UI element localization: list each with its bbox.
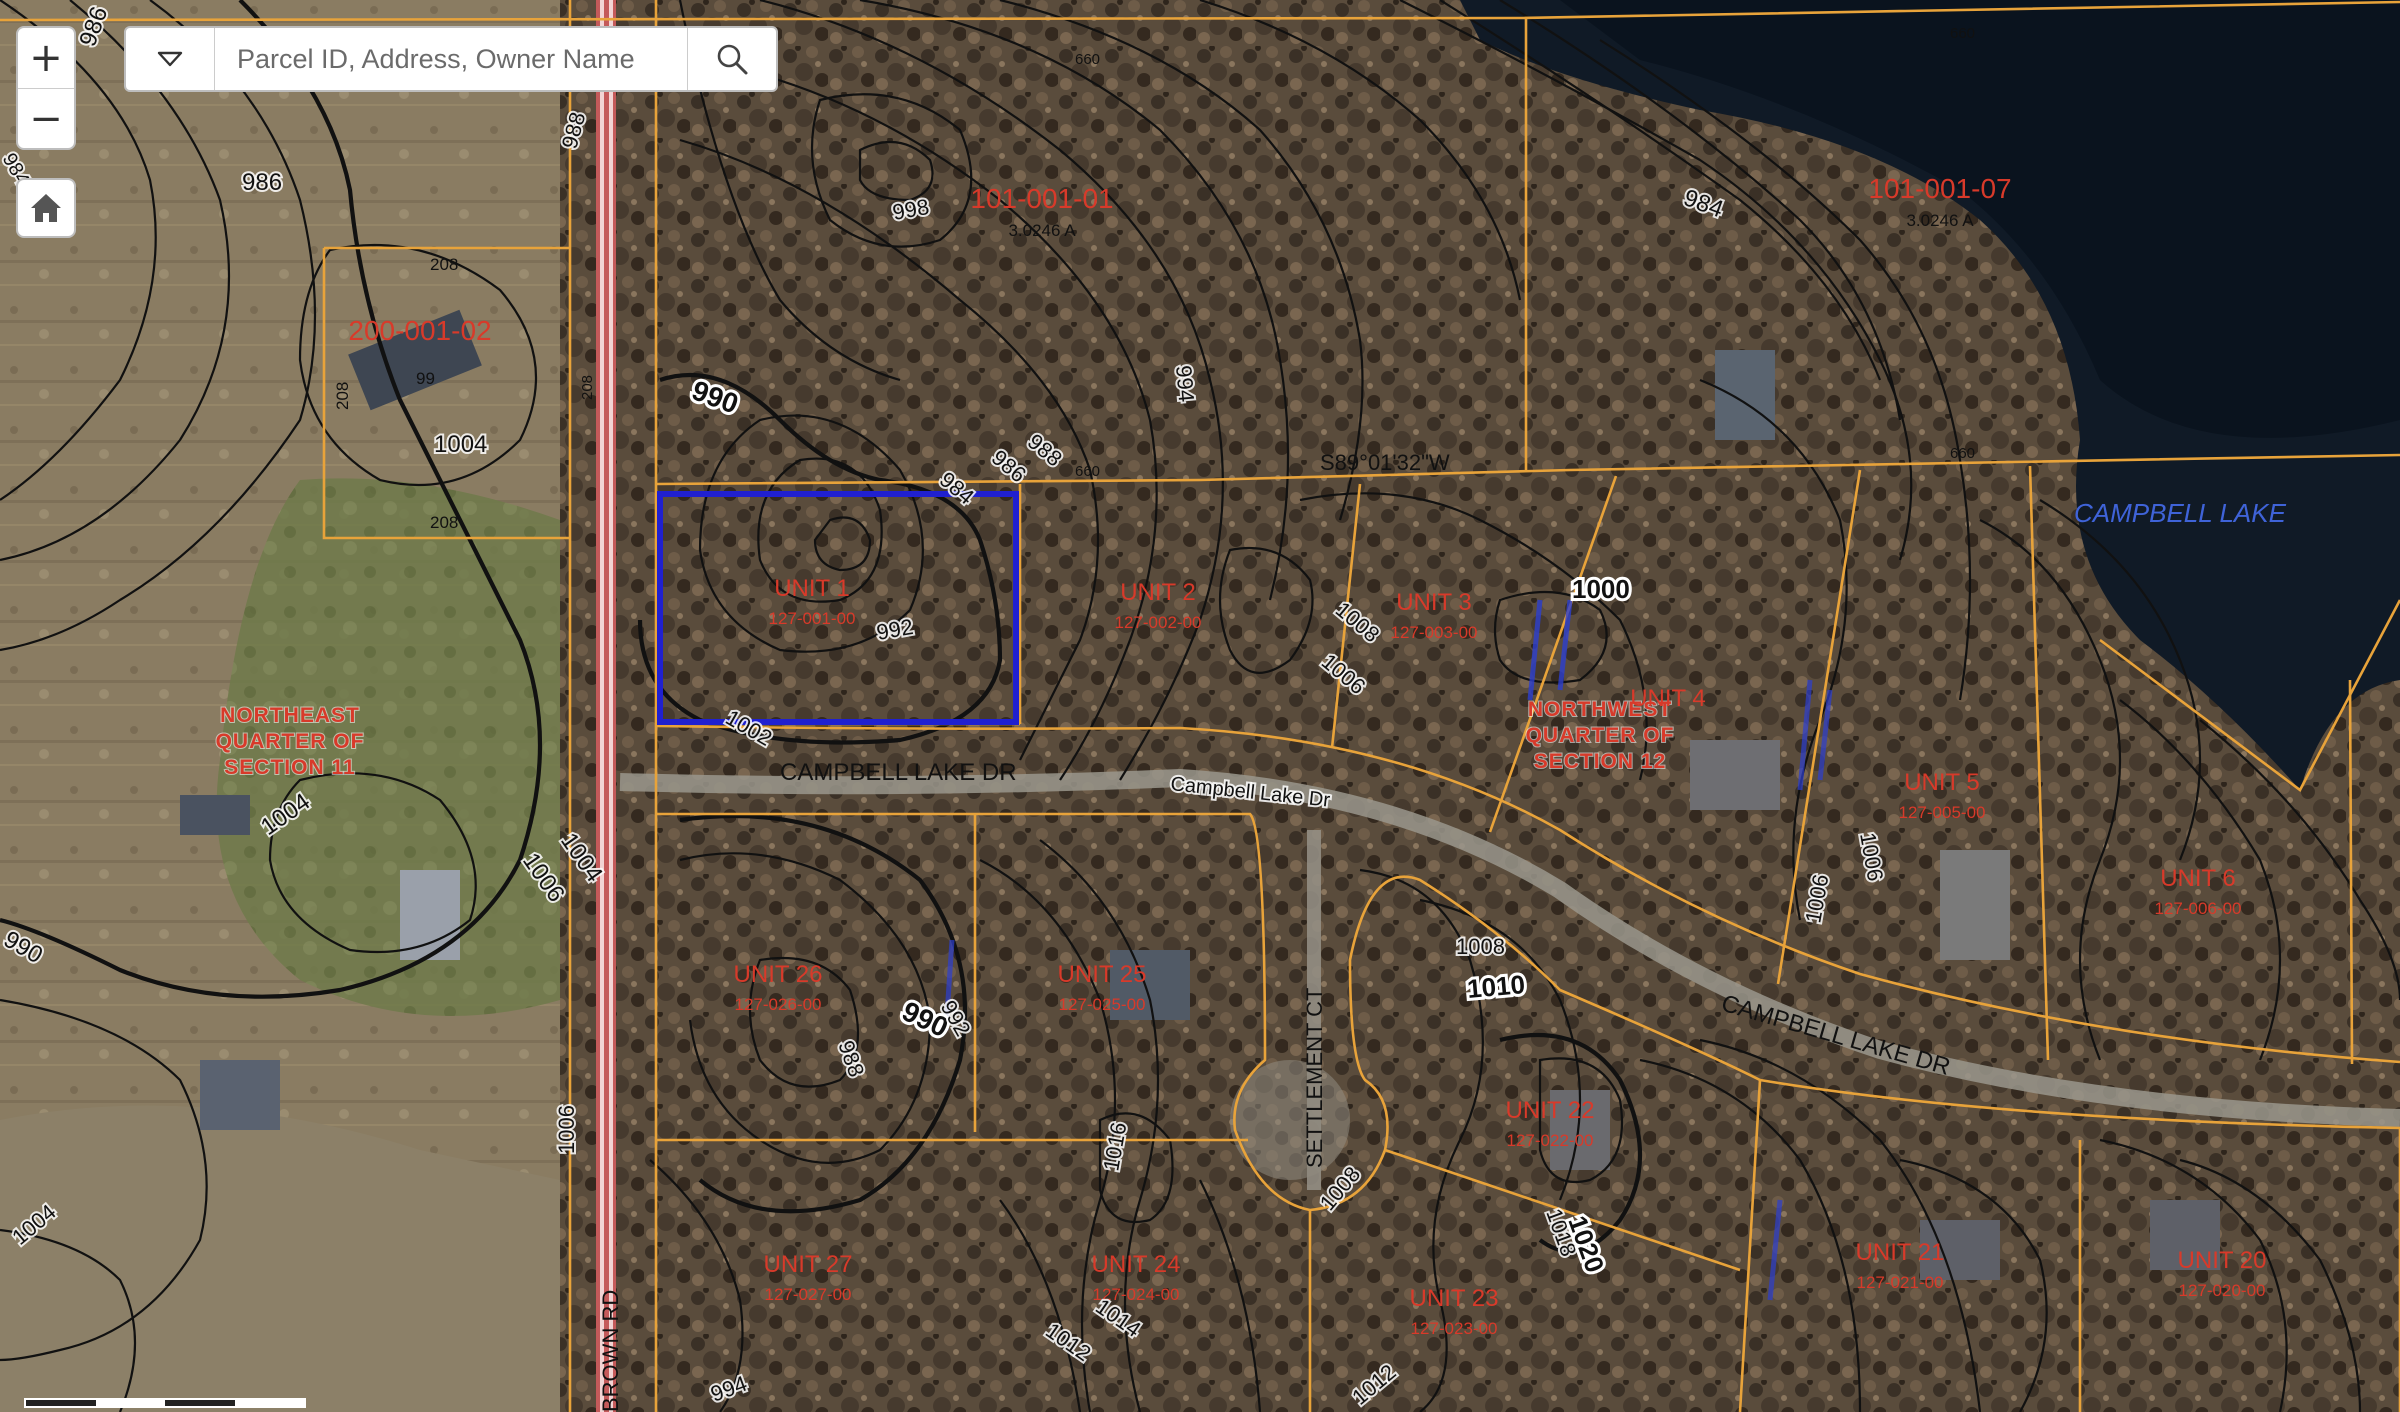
dimension-label: 660 xyxy=(1950,445,1975,462)
svg-text:SECTION 11: SECTION 11 xyxy=(224,756,355,779)
road-label-brown-rd: BROWN RD xyxy=(598,1290,623,1412)
dimension-label: 208 xyxy=(333,382,352,410)
svg-text:127-022-00: 127-022-00 xyxy=(1507,1131,1594,1150)
svg-text:127-003-00: 127-003-00 xyxy=(1391,623,1478,642)
parcel-label-p-unit-1[interactable]: UNIT 1 127-001-00 xyxy=(769,575,856,628)
svg-text:UNIT 20: UNIT 20 xyxy=(2178,1247,2267,1274)
svg-text:200-001-02: 200-001-02 xyxy=(348,315,491,346)
svg-text:127-027-00: 127-027-00 xyxy=(765,1285,852,1304)
svg-text:NORTHEAST: NORTHEAST xyxy=(220,704,360,727)
dimension-label: 660 xyxy=(1075,463,1100,480)
svg-text:UNIT 26: UNIT 26 xyxy=(734,961,823,988)
dimension-label: 208 xyxy=(430,255,458,274)
contour-label: 986 xyxy=(242,169,282,196)
svg-text:UNIT 21: UNIT 21 xyxy=(1856,1239,1945,1266)
svg-text:127-025-00: 127-025-00 xyxy=(1059,995,1146,1014)
svg-text:127-006-00: 127-006-00 xyxy=(2155,899,2242,918)
section-label-ne-11: NORTHEAST QUARTER OF SECTION 11 xyxy=(215,703,365,780)
search-type-dropdown[interactable] xyxy=(126,28,215,90)
dimension-label: 99 xyxy=(416,369,435,388)
search-icon xyxy=(717,44,748,75)
parcel-search-bar xyxy=(124,26,778,92)
svg-text:UNIT 5: UNIT 5 xyxy=(1904,769,1980,796)
parcel-label-p-unit-2[interactable]: UNIT 2 127-002-00 xyxy=(1115,579,1202,632)
zoom-control: + − xyxy=(16,26,76,150)
water-label: CAMPBELL LAKE xyxy=(2074,498,2287,528)
contour-label: 1000 xyxy=(1572,574,1630,604)
parcel-label-p-unit-23[interactable]: UNIT 23 127-023-00 xyxy=(1410,1285,1499,1338)
home-icon xyxy=(31,194,61,222)
svg-text:127-002-00: 127-002-00 xyxy=(1115,613,1202,632)
road-label-settlement-ct: SETTLEMENT CT xyxy=(1302,987,1327,1168)
dimension-label: 660 xyxy=(1950,25,1975,42)
scale-bar xyxy=(24,1398,306,1408)
svg-text:UNIT 27: UNIT 27 xyxy=(764,1251,853,1278)
zoom-in-button[interactable]: + xyxy=(18,28,74,88)
dimension-label: 208 xyxy=(430,513,458,532)
svg-text:101-001-07: 101-001-07 xyxy=(1868,173,2011,204)
svg-text:UNIT 4: UNIT 4 xyxy=(1630,685,1706,712)
road-label-campbell-lake-dr: CAMPBELL LAKE DR xyxy=(780,759,1017,786)
home-button[interactable] xyxy=(16,178,76,238)
svg-text:UNIT 22: UNIT 22 xyxy=(1506,1097,1595,1124)
parcel-label-p-unit-6[interactable]: UNIT 6 127-006-00 xyxy=(2155,865,2242,918)
search-input[interactable] xyxy=(215,28,687,90)
parcel-label-p-unit-4[interactable]: UNIT 4 xyxy=(1630,685,1706,712)
svg-text:UNIT 1: UNIT 1 xyxy=(774,575,850,602)
parcel-label-p-unit-25[interactable]: UNIT 25 127-025-00 xyxy=(1058,961,1147,1014)
contour-label: 1006 xyxy=(554,1105,579,1154)
svg-text:127-020-00: 127-020-00 xyxy=(2179,1281,2266,1300)
svg-text:127-021-00: 127-021-00 xyxy=(1857,1273,1944,1292)
contour-label: 994 xyxy=(1171,364,1199,403)
svg-text:UNIT 6: UNIT 6 xyxy=(2160,865,2236,892)
parcel-label-p-unit-22[interactable]: UNIT 22 127-022-00 xyxy=(1506,1097,1595,1150)
contour-label: 1004 xyxy=(434,431,487,458)
svg-text:UNIT 23: UNIT 23 xyxy=(1410,1285,1499,1312)
svg-text:3.0246 A: 3.0246 A xyxy=(1906,211,1974,230)
svg-text:SECTION 12: SECTION 12 xyxy=(1534,750,1667,773)
contour-label: 1010 xyxy=(1466,969,1526,1004)
contour-label: 1008 xyxy=(1456,934,1505,959)
parcel-label-p-200-001-02[interactable]: 200-001-02 xyxy=(348,315,491,346)
parcel-label-p-unit-26[interactable]: UNIT 26 127-026-00 xyxy=(734,961,823,1014)
search-button[interactable] xyxy=(687,28,776,90)
parcel-label-p-unit-27[interactable]: UNIT 27 127-027-00 xyxy=(764,1251,853,1304)
svg-text:127-001-00: 127-001-00 xyxy=(769,609,856,628)
dimension-label: 208 xyxy=(579,375,596,400)
svg-text:101-001-01: 101-001-01 xyxy=(970,183,1113,214)
parcel-label-p-unit-3[interactable]: UNIT 3 127-003-00 xyxy=(1391,589,1478,642)
svg-text:UNIT 25: UNIT 25 xyxy=(1058,961,1147,988)
parcel-label-p-unit-21[interactable]: UNIT 21 127-021-00 xyxy=(1856,1239,1945,1292)
svg-text:UNIT 3: UNIT 3 xyxy=(1396,589,1472,616)
parcel-label-p-unit-5[interactable]: UNIT 5 127-005-00 xyxy=(1899,769,1986,822)
bearing-label: S89°01'32"W xyxy=(1320,450,1450,475)
svg-text:127-026-00: 127-026-00 xyxy=(735,995,822,1014)
svg-text:127-005-00: 127-005-00 xyxy=(1899,803,1986,822)
parcel-label-p-unit-20[interactable]: UNIT 20 127-020-00 xyxy=(2178,1247,2267,1300)
svg-text:3.0246 A: 3.0246 A xyxy=(1008,221,1076,240)
svg-text:127-023-00: 127-023-00 xyxy=(1411,1319,1498,1338)
zoom-out-button[interactable]: − xyxy=(18,88,74,148)
chevron-down-icon xyxy=(157,51,183,67)
svg-text:QUARTER OF: QUARTER OF xyxy=(216,730,365,753)
dimension-label: 660 xyxy=(1075,51,1100,68)
svg-text:QUARTER OF: QUARTER OF xyxy=(1526,724,1675,747)
svg-text:UNIT 24: UNIT 24 xyxy=(1092,1251,1181,1278)
svg-text:UNIT 2: UNIT 2 xyxy=(1120,579,1196,606)
map-canvas[interactable]: CAMPBELL LAKE CAMPBELL LAKE DR CAMPBELL … xyxy=(0,0,2400,1412)
